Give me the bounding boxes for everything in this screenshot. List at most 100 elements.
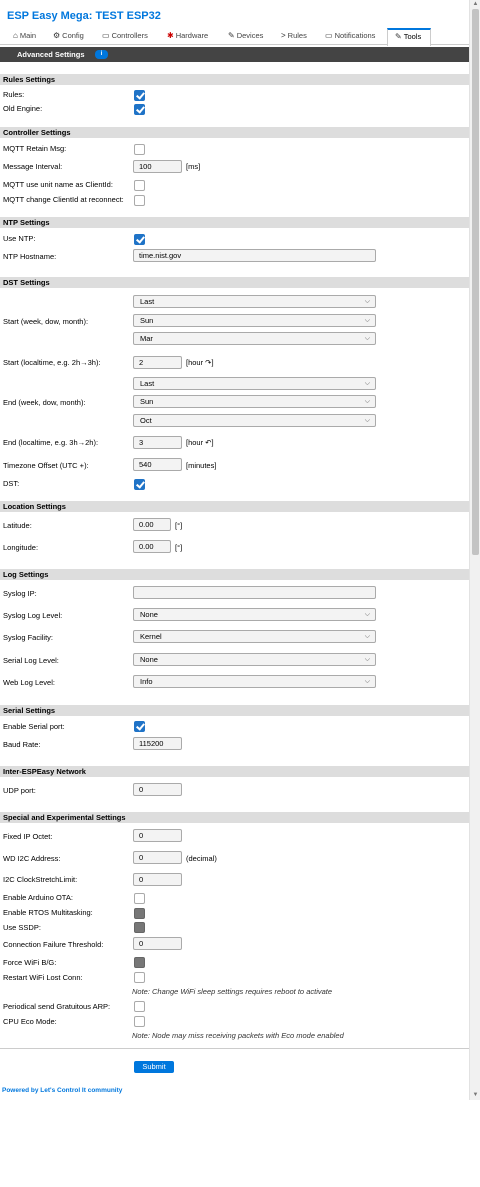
wd-i2c-label: WD I2C Address:: [3, 854, 61, 863]
scroll-up-icon[interactable]: ▲: [472, 1, 479, 7]
clock-stretch-input[interactable]: 0: [133, 873, 182, 886]
dst-label: DST:: [3, 479, 20, 488]
tab-hardware[interactable]: ✱ Hardware: [167, 28, 208, 45]
section-special: Special and Experimental Settings: [0, 812, 469, 823]
footer: Powered by Let's Control It community: [2, 1087, 122, 1094]
restart-wifi-checkbox[interactable]: [134, 972, 145, 983]
baud-rate-label: Baud Rate:: [3, 740, 41, 749]
message-interval-label: Message Interval:: [3, 162, 63, 171]
tab-config[interactable]: ⚙ Config: [53, 28, 84, 45]
tab-notifications[interactable]: ▭ Notifications: [325, 28, 375, 45]
blank-area: [0, 1100, 480, 1187]
ntp-hostname-input[interactable]: time.nist.gov: [133, 249, 376, 262]
tab-bar: ⌂ Main ⚙ Config ▭ Controllers ✱ Hardware ✎ De…: [0, 28, 469, 46]
info-icon[interactable]: i: [95, 50, 108, 59]
tab-main-label: Main: [19, 31, 37, 40]
scrollbar-thumb[interactable]: [472, 9, 479, 555]
dst-end-time-input[interactable]: 3: [133, 436, 182, 449]
section-inter-espeasy: Inter-ESPEasy Network: [0, 766, 469, 777]
chevron-down-icon: ⌵: [364, 380, 370, 387]
syslog-level-label: Syslog Log Level:: [3, 611, 63, 620]
serial-log-level-value: None: [140, 655, 158, 664]
syslog-ip-input[interactable]: [133, 586, 376, 599]
web-log-level-select[interactable]: Info ⌵: [133, 675, 376, 688]
section-log: Log Settings: [0, 569, 469, 580]
dst-end-time-label: End (localtime, e.g. 3h→2h):: [3, 438, 99, 447]
clock-stretch-label: I2C ClockStretchLimit:: [3, 875, 78, 884]
dst-end-week-select[interactable]: Last ⌵: [133, 377, 376, 390]
latitude-input[interactable]: 0.00: [133, 518, 171, 531]
page-header: Advanced Settings i: [0, 47, 469, 62]
message-interval-unit: [ms]: [186, 162, 201, 171]
cpu-eco-checkbox[interactable]: [134, 1016, 145, 1027]
vertical-scrollbar[interactable]: ▲ ▼: [469, 0, 480, 1100]
baud-rate-input[interactable]: 115200: [133, 737, 182, 750]
footer-link[interactable]: Let's Control It: [40, 1087, 86, 1094]
wifi-sleep-note: Note: Change WiFi sleep settings require…: [132, 987, 333, 996]
tab-tools[interactable]: ✎ Tools: [387, 28, 431, 46]
syslog-facility-select[interactable]: Kernel ⌵: [133, 630, 376, 643]
mqtt-change-client-label: MQTT change ClientId at reconnect:: [3, 195, 124, 204]
syslog-level-select[interactable]: None ⌵: [133, 608, 376, 621]
section-dst: DST Settings: [0, 277, 469, 288]
timezone-label: Timezone Offset (UTC +):: [3, 461, 89, 470]
tab-main[interactable]: ⌂ Main: [13, 28, 36, 45]
ssdp-checkbox: [134, 922, 145, 933]
gratuitous-arp-checkbox[interactable]: [134, 1001, 145, 1012]
longitude-input[interactable]: 0.00: [133, 540, 171, 553]
settings-page: ESP Easy Mega: TEST ESP32 ⌂ Main ⚙ Config …: [0, 0, 469, 1100]
mqtt-change-client-checkbox[interactable]: [134, 195, 145, 206]
mqtt-retain-checkbox[interactable]: [134, 144, 145, 155]
dst-start-dow-value: Sun: [140, 316, 154, 325]
section-serial: Serial Settings: [0, 705, 469, 716]
dst-start-dow-select[interactable]: Sun ⌵: [133, 314, 376, 327]
threshold-label: Connection Failure Threshold:: [3, 940, 104, 949]
dst-start-time-label: Start (localtime, e.g. 2h→3h):: [3, 358, 101, 367]
dst-start-time-input[interactable]: 2: [133, 356, 182, 369]
udp-port-input[interactable]: 0: [133, 783, 182, 796]
rules-checkbox[interactable]: [134, 90, 145, 101]
syslog-facility-label: Syslog Facility:: [3, 633, 54, 642]
timezone-input[interactable]: 540: [133, 458, 182, 471]
dst-end-time-unit: [hour ↶]: [186, 438, 214, 447]
dst-end-month-select[interactable]: Oct ⌵: [133, 414, 376, 427]
dst-start-label: Start (week, dow, month):: [3, 317, 89, 326]
gear-icon: ⚙: [53, 31, 61, 40]
tab-config-label: Config: [62, 31, 84, 40]
scroll-down-icon[interactable]: ▼: [472, 1092, 479, 1098]
fixed-ip-label: Fixed IP Octet:: [3, 832, 53, 841]
home-icon: ⌂: [13, 31, 18, 40]
force-wifi-bg-checkbox: [134, 957, 145, 968]
enable-serial-label: Enable Serial port:: [3, 722, 65, 731]
tab-rules[interactable]: > Rules: [281, 28, 307, 45]
old-engine-label: Old Engine:: [3, 104, 43, 113]
submit-button[interactable]: Submit: [134, 1061, 174, 1073]
message-interval-input[interactable]: 100: [133, 160, 182, 173]
longitude-label: Longitude:: [3, 543, 39, 552]
tab-hardware-label: Hardware: [175, 31, 209, 40]
wd-i2c-input[interactable]: 0: [133, 851, 182, 864]
wd-i2c-unit: (decimal): [186, 854, 217, 863]
dst-start-month-select[interactable]: Mar ⌵: [133, 332, 376, 345]
tab-controllers-label: Controllers: [111, 31, 148, 40]
fixed-ip-input[interactable]: 0: [133, 829, 182, 842]
footer-prefix: Powered by: [2, 1087, 41, 1094]
dst-end-dow-select[interactable]: Sun ⌵: [133, 395, 376, 408]
section-ntp: NTP Settings: [0, 217, 469, 228]
mqtt-unit-name-label: MQTT use unit name as ClientId:: [3, 180, 113, 189]
dst-start-week-select[interactable]: Last ⌵: [133, 295, 376, 308]
arduino-ota-checkbox[interactable]: [134, 893, 145, 904]
dst-checkbox[interactable]: [134, 479, 145, 490]
section-controller: Controller Settings: [0, 127, 469, 138]
mqtt-unit-name-checkbox[interactable]: [134, 180, 145, 191]
old-engine-checkbox[interactable]: [134, 104, 145, 115]
dst-start-month-value: Mar: [140, 334, 153, 343]
use-ntp-checkbox[interactable]: [134, 234, 145, 245]
enable-serial-checkbox[interactable]: [134, 721, 145, 732]
dst-end-week-value: Last: [140, 379, 155, 388]
tab-devices[interactable]: ✎ Devices: [228, 28, 263, 45]
serial-log-level-select[interactable]: None ⌵: [133, 653, 376, 666]
threshold-input[interactable]: 0: [133, 937, 182, 950]
timezone-unit: [minutes]: [186, 461, 217, 470]
tab-controllers[interactable]: ▭ Controllers: [102, 28, 148, 45]
